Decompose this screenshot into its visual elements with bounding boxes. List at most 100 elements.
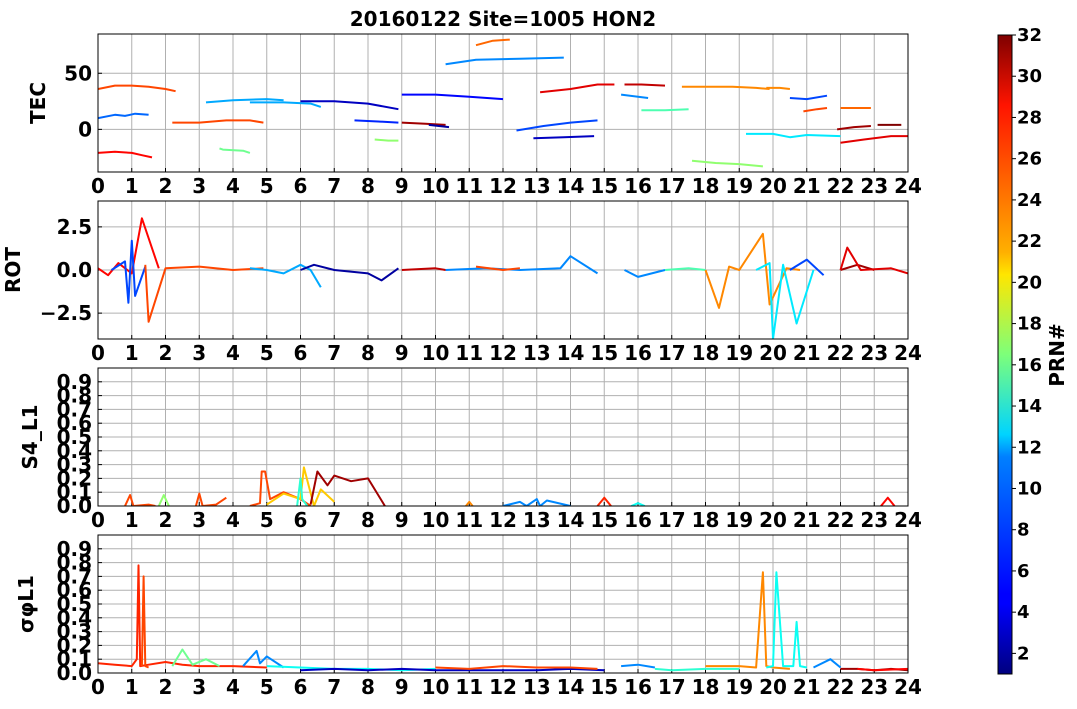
series-line-prn-12	[755, 262, 815, 339]
x-tick-label: 20	[759, 341, 787, 365]
colorbar-tick-label: 26	[1017, 149, 1042, 170]
x-tick-label: 19	[725, 174, 753, 198]
series-line-prn-27	[98, 564, 267, 669]
x-tick-label: 24	[894, 508, 922, 532]
x-tick-label: 0	[91, 174, 105, 198]
x-tick-label: 6	[294, 341, 308, 365]
x-tick-label: 14	[557, 508, 585, 532]
y-tick-label: −2.5	[40, 301, 92, 325]
x-tick-label: 1	[125, 341, 139, 365]
x-tick-label: 21	[793, 675, 821, 699]
x-tick-label: 3	[192, 341, 206, 365]
x-tick-label: 20	[759, 508, 787, 532]
x-tick-label: 16	[624, 508, 652, 532]
series-line-prn-28	[98, 150, 153, 159]
y-tick-label: 2.5	[57, 215, 92, 239]
x-tick-label: 16	[624, 675, 652, 699]
x-tick-label: 0	[91, 508, 105, 532]
x-tick-label: 11	[455, 341, 483, 365]
series-line-prn-17	[374, 138, 399, 142]
series-line-prn-26	[435, 665, 598, 670]
y-tick-label: 0.9	[57, 537, 92, 561]
x-tick-label: 13	[523, 341, 551, 365]
colorbar-label: PRN#	[1045, 323, 1069, 387]
series-line-prn-28	[857, 667, 908, 672]
series-line-prn-8	[98, 112, 149, 120]
series-line-prn-26	[124, 494, 156, 506]
figure: 20160122 Site=1005 HON2 0 1 2 3 4 5 6 7 8 9 10 11 12…	[1, 7, 1069, 699]
x-tick-label: 8	[361, 174, 375, 198]
series-line-prn-12	[746, 132, 841, 139]
series-line-prn-9	[445, 56, 564, 66]
colorbar-tick-label: 22	[1017, 231, 1042, 252]
x-tick-label: 18	[692, 675, 720, 699]
x-tick-label: 4	[226, 675, 240, 699]
series-line-prn-16	[219, 147, 251, 154]
x-tick-label: 24	[894, 341, 922, 365]
x-tick-label: 1	[125, 174, 139, 198]
x-tick-label: 12	[489, 341, 517, 365]
series-line-prn-26	[172, 119, 264, 124]
x-tick-label: 13	[523, 174, 551, 198]
x-tick-label: 18	[692, 508, 720, 532]
series-line-prn-13	[766, 571, 808, 669]
x-tick-label: 9	[395, 675, 409, 699]
x-tick-label: 9	[395, 174, 409, 198]
panel-1: 0 1 2 3 4 5 6 7 8 9 10 11 12 13 14 15 16 17 18 19 20 21 22 23 24…	[1, 200, 922, 365]
x-tick-label: 20	[759, 675, 787, 699]
x-tick-label: 13	[523, 675, 551, 699]
y-axis-label: ROT	[1, 247, 25, 293]
colorbar-tick-label: 14	[1017, 396, 1042, 417]
x-tick-label: 3	[192, 675, 206, 699]
x-tick-label: 9	[395, 508, 409, 532]
colorbar-gradient	[997, 34, 1013, 675]
colorbar-tick-label: 18	[1017, 314, 1042, 335]
colorbar-tick-label: 4	[1017, 602, 1030, 623]
x-tick-label: 3	[192, 508, 206, 532]
x-tick-label: 17	[658, 174, 686, 198]
x-tick-label: 22	[827, 174, 855, 198]
panels-group: 0 1 2 3 4 5 6 7 8 9 10 11 12 13 14 15 16 17 18 19 20 21 22 23 24…	[1, 33, 922, 699]
colorbar-tick-label: 32	[1017, 25, 1042, 46]
x-tick-label: 18	[692, 174, 720, 198]
x-tick-label: 20	[759, 174, 787, 198]
colorbar-tick-label: 28	[1017, 107, 1042, 128]
x-tick-label: 4	[226, 508, 240, 532]
y-axis-label: TEC	[26, 82, 50, 124]
series-line-prn-9	[620, 93, 649, 99]
x-tick-label: 11	[455, 508, 483, 532]
series-line-prn-31	[309, 470, 386, 506]
x-tick-label: 5	[260, 341, 274, 365]
series-line-prn-2	[428, 123, 450, 129]
x-tick-label: 3	[192, 174, 206, 198]
x-tick-label: 17	[658, 508, 686, 532]
x-tick-label: 12	[489, 675, 517, 699]
series-line-prn-26	[98, 84, 176, 93]
colorbar-tick-label: 2	[1017, 643, 1030, 664]
x-tick-label: 12	[489, 508, 517, 532]
x-tick-label: 14	[557, 675, 585, 699]
x-tick-label: 6	[294, 508, 308, 532]
x-tick-label: 7	[327, 174, 341, 198]
colorbar-tick-label: 6	[1017, 561, 1030, 582]
series-line-prn-28	[880, 496, 896, 506]
series-line-prn-17	[157, 494, 170, 506]
colorbar: 2468101214161820222426283032 PRN#	[997, 25, 1069, 675]
colorbar-tick-label: 16	[1017, 355, 1042, 376]
x-tick-label: 8	[361, 508, 375, 532]
x-tick-label: 4	[226, 341, 240, 365]
y-axis-label: σφL1	[14, 575, 38, 633]
panel-0: 0 1 2 3 4 5 6 7 8 9 10 11 12 13 14 15 16 17 18 19 20 21 22 23 24…	[26, 33, 922, 198]
x-tick-label: 23	[860, 508, 888, 532]
series-line-prn-25	[475, 38, 510, 47]
series-line-prn-9	[624, 269, 666, 278]
y-tick-label: 0.0	[57, 258, 92, 282]
y-tick-label: 0.9	[57, 370, 92, 394]
x-tick-label: 8	[361, 341, 375, 365]
series-line-prn-24	[681, 85, 770, 90]
x-tick-label: 24	[894, 174, 922, 198]
series-line-prn-5	[401, 93, 504, 101]
x-tick-label: 11	[455, 675, 483, 699]
colorbar-tick-label: 8	[1017, 520, 1030, 541]
x-tick-label: 12	[489, 174, 517, 198]
